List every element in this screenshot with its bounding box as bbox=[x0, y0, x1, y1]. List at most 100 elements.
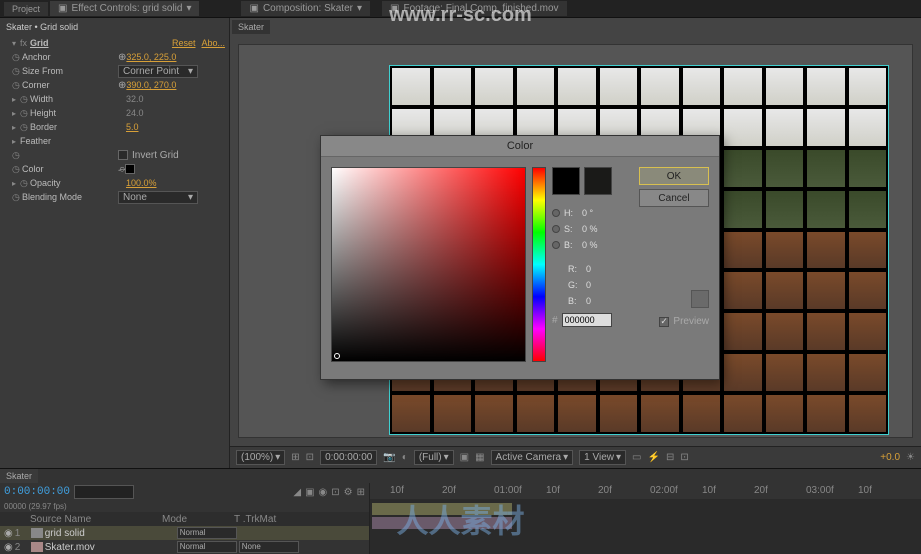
s-value[interactable]: 0 % bbox=[582, 224, 598, 234]
graph-icon[interactable]: ⊡ bbox=[331, 487, 339, 498]
stopwatch-icon[interactable]: ◷ bbox=[20, 122, 30, 133]
stopwatch-icon[interactable]: ◷ bbox=[20, 178, 30, 189]
ok-button[interactable]: OK bbox=[639, 167, 709, 185]
layer-color[interactable] bbox=[31, 528, 43, 538]
project-tab[interactable]: Project bbox=[4, 2, 48, 16]
cancel-button[interactable]: Cancel bbox=[639, 189, 709, 207]
motion-blur-icon[interactable]: ◉ bbox=[319, 487, 328, 498]
crosshair-icon[interactable]: ⊕ bbox=[118, 52, 126, 63]
layer-bar[interactable] bbox=[372, 503, 512, 515]
border-value[interactable]: 5.0 bbox=[126, 122, 139, 132]
mode-select[interactable]: Normal bbox=[177, 527, 237, 539]
zoom-select[interactable]: (100%)▾ bbox=[236, 450, 285, 465]
width-value[interactable]: 32.0 bbox=[126, 94, 144, 104]
footage-tab[interactable]: ▣ Footage: Final Comp_finished.mov bbox=[382, 1, 567, 16]
twirl-icon[interactable]: ▸ bbox=[12, 179, 18, 188]
g-value[interactable]: 0 bbox=[586, 280, 591, 290]
comp-icon: ▣ bbox=[249, 3, 258, 14]
preview-checkbox[interactable] bbox=[659, 317, 669, 327]
layer-name[interactable]: grid solid bbox=[45, 528, 175, 539]
timeline-tracks[interactable]: 10f20f01:00f10f20f02:00f10f20f03:00f10f bbox=[370, 483, 921, 554]
anchor-value[interactable]: 325.0, 225.0 bbox=[126, 52, 176, 62]
layer-bar[interactable] bbox=[372, 517, 512, 529]
fast-preview-icon[interactable]: ⚡ bbox=[647, 452, 659, 463]
transparency-icon[interactable]: ▦ bbox=[475, 452, 484, 463]
layer-color[interactable] bbox=[31, 542, 43, 552]
effect-controls-tab[interactable]: ▣ Effect Controls: grid solid ▾ bbox=[50, 1, 199, 16]
color-swatch[interactable] bbox=[125, 164, 135, 174]
height-value[interactable]: 24.0 bbox=[126, 108, 144, 118]
view-select[interactable]: 1 View▾ bbox=[579, 450, 626, 465]
stopwatch-icon[interactable]: ◷ bbox=[12, 80, 22, 91]
snapshot-icon[interactable]: 📷 bbox=[383, 452, 395, 463]
eyedropper-icon[interactable]: ⌮ bbox=[118, 164, 125, 175]
crosshair-icon[interactable]: ⊕ bbox=[118, 80, 126, 91]
brainstorm-icon[interactable]: ⚙ bbox=[344, 487, 353, 498]
camera-select[interactable]: Active Camera▾ bbox=[491, 450, 574, 465]
about-link[interactable]: Abo... bbox=[201, 38, 225, 48]
frame-blend-icon[interactable]: ▣ bbox=[305, 487, 314, 498]
grid-effect-name[interactable]: Grid bbox=[30, 38, 126, 48]
h-radio[interactable] bbox=[552, 209, 560, 217]
dropdown-icon[interactable]: ▾ bbox=[186, 3, 191, 14]
eye-icon[interactable]: ◉ bbox=[4, 542, 13, 553]
roi-icon[interactable]: ▣ bbox=[460, 452, 469, 463]
layer-row[interactable]: ◉ 1 grid solid Normal bbox=[0, 526, 369, 540]
timecode[interactable]: 0:00:00:00 bbox=[4, 486, 70, 498]
opacity-value[interactable]: 100.0% bbox=[126, 178, 157, 188]
stopwatch-icon[interactable]: ◷ bbox=[20, 108, 30, 119]
twirl-icon[interactable]: ▸ bbox=[12, 109, 18, 118]
saturation-value-picker[interactable] bbox=[331, 167, 526, 362]
draft-icon[interactable]: ⊞ bbox=[357, 487, 365, 498]
timeline-icon[interactable]: ⊟ bbox=[666, 452, 674, 463]
invert-checkbox[interactable] bbox=[118, 150, 128, 160]
trkmat-select[interactable]: None bbox=[239, 541, 299, 553]
shy-icon[interactable]: ◢ bbox=[293, 487, 301, 498]
invert-label: Invert Grid bbox=[132, 150, 179, 161]
twirl-icon[interactable]: ▸ bbox=[12, 123, 18, 132]
twirl-icon[interactable]: ▾ bbox=[12, 39, 18, 48]
pixel-aspect-icon[interactable]: ▭ bbox=[632, 452, 641, 463]
time-ruler[interactable]: 10f20f01:00f10f20f02:00f10f20f03:00f10f bbox=[370, 483, 921, 499]
time-display[interactable]: 0:00:00:00 bbox=[320, 450, 377, 465]
twirl-icon[interactable]: ▸ bbox=[12, 137, 18, 146]
flowchart-icon[interactable]: ⊡ bbox=[680, 452, 688, 463]
stopwatch-icon[interactable]: ◷ bbox=[12, 66, 22, 77]
s-radio[interactable] bbox=[552, 225, 560, 233]
h-value[interactable]: 0 ° bbox=[582, 208, 593, 218]
stopwatch-icon[interactable]: ◷ bbox=[20, 94, 30, 105]
b2-value[interactable]: 0 bbox=[586, 296, 591, 306]
hex-input[interactable] bbox=[562, 313, 612, 327]
twirl-icon[interactable]: ▸ bbox=[12, 95, 18, 104]
sv-cursor[interactable] bbox=[334, 353, 340, 359]
layer-name[interactable]: Skater.mov bbox=[45, 542, 175, 553]
search-input[interactable] bbox=[74, 485, 134, 499]
size-from-select[interactable]: Corner Point▾ bbox=[118, 65, 198, 78]
comp-panel-tab[interactable]: Skater bbox=[232, 20, 270, 34]
dropdown-icon[interactable]: ▾ bbox=[357, 3, 362, 14]
color-label: Color bbox=[22, 164, 118, 174]
hue-slider[interactable] bbox=[532, 167, 546, 362]
b-radio[interactable] bbox=[552, 241, 560, 249]
eyedropper-button[interactable] bbox=[691, 290, 709, 308]
timeline-tab[interactable]: Skater bbox=[0, 469, 38, 483]
reset-link[interactable]: Reset bbox=[172, 38, 196, 48]
eye-icon[interactable]: ◉ bbox=[4, 528, 13, 539]
b-value[interactable]: 0 % bbox=[582, 240, 598, 250]
r-value[interactable]: 0 bbox=[586, 264, 591, 274]
blending-select[interactable]: None▾ bbox=[118, 191, 198, 204]
exposure-value[interactable]: +0.0 bbox=[880, 452, 900, 463]
channel-icon[interactable]: ◐ bbox=[402, 452, 408, 463]
mode-select[interactable]: Normal bbox=[177, 541, 237, 553]
composition-tab[interactable]: ▣ Composition: Skater ▾ bbox=[241, 1, 370, 16]
stopwatch-icon[interactable]: ◷ bbox=[12, 164, 22, 175]
guides-icon[interactable]: ⊡ bbox=[306, 452, 314, 463]
corner-value[interactable]: 390.0, 270.0 bbox=[126, 80, 176, 90]
stopwatch-icon[interactable]: ◷ bbox=[12, 192, 22, 203]
exposure-reset-icon[interactable]: ☀ bbox=[906, 452, 915, 463]
stopwatch-icon[interactable]: ◷ bbox=[12, 150, 22, 161]
fx-toggle-icon[interactable]: fx bbox=[20, 38, 30, 48]
grid-icon[interactable]: ⊞ bbox=[291, 452, 299, 463]
resolution-select[interactable]: (Full)▾ bbox=[414, 450, 454, 465]
stopwatch-icon[interactable]: ◷ bbox=[12, 52, 22, 63]
